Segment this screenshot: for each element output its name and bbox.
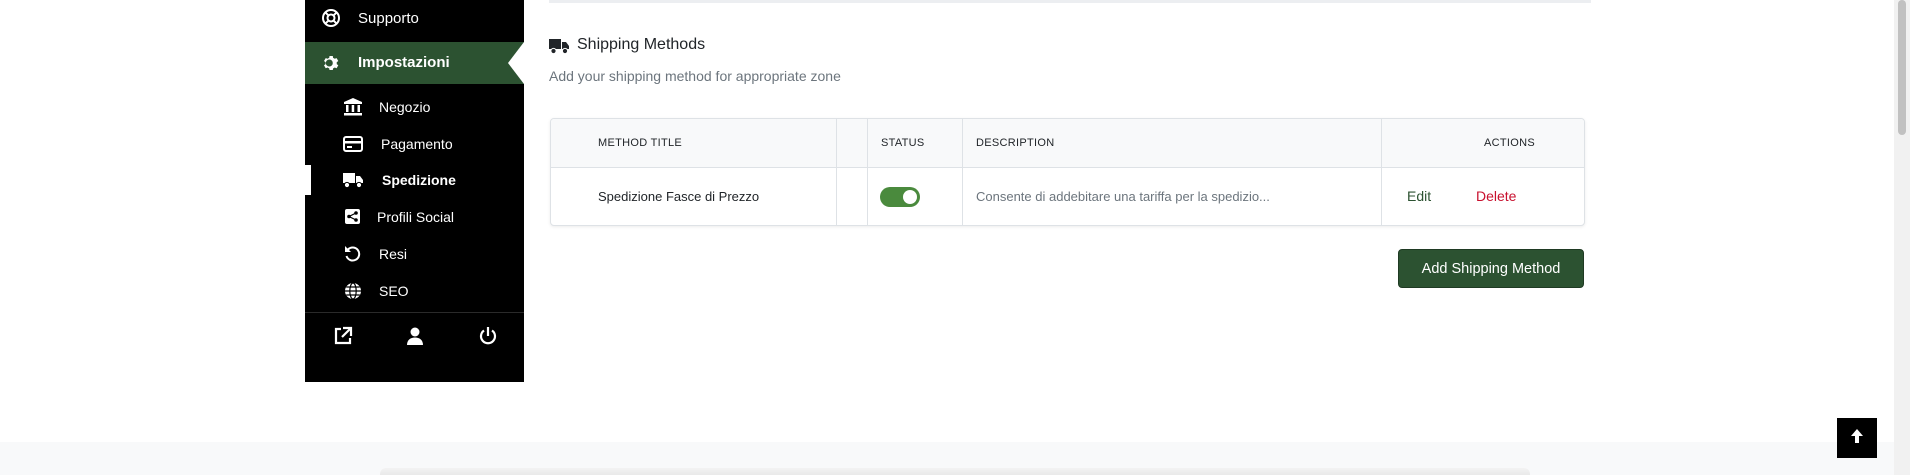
share-icon bbox=[342, 207, 364, 227]
scrollbar-thumb[interactable] bbox=[1898, 0, 1906, 135]
toggle-knob bbox=[903, 190, 917, 204]
sidebar-item-label: Profili Social bbox=[377, 209, 455, 225]
sidebar-item-label: Negozio bbox=[379, 99, 431, 115]
sidebar-divider bbox=[305, 312, 524, 313]
sidebar-item-supporto[interactable]: Supporto bbox=[305, 0, 524, 38]
sidebar-item-profili-social[interactable]: Profili Social bbox=[305, 200, 524, 234]
undo-icon bbox=[342, 244, 364, 264]
sidebar-item-label: Spedizione bbox=[382, 172, 456, 188]
sidebar-item-pagamento[interactable]: Pagamento bbox=[305, 127, 524, 161]
truck-icon bbox=[549, 37, 570, 55]
current-item-indicator bbox=[305, 165, 311, 195]
bank-icon bbox=[342, 97, 364, 117]
external-link-icon[interactable] bbox=[332, 325, 354, 347]
sidebar-item-label: Pagamento bbox=[381, 136, 453, 152]
column-header-method-title: METHOD TITLE bbox=[598, 137, 683, 149]
method-title-cell: Spedizione Fasce di Prezzo bbox=[598, 189, 760, 204]
sidebar: Supporto Impostazioni Negozio Pagamento … bbox=[305, 0, 524, 382]
sidebar-item-label: Resi bbox=[379, 246, 408, 262]
column-divider bbox=[836, 119, 837, 225]
delete-link[interactable]: Delete bbox=[1476, 188, 1516, 204]
active-indicator bbox=[508, 42, 524, 84]
description-cell: Consente di addebitare una tariffa per l… bbox=[976, 189, 1270, 204]
status-toggle[interactable] bbox=[880, 187, 920, 207]
shipping-methods-table: METHOD TITLE STATUS DESCRIPTION ACTIONS … bbox=[550, 118, 1585, 226]
page-title-text: Shipping Methods bbox=[577, 36, 706, 53]
back-to-top-button[interactable] bbox=[1837, 418, 1877, 458]
table-header: METHOD TITLE STATUS DESCRIPTION ACTIONS bbox=[551, 119, 1584, 168]
column-header-status: STATUS bbox=[881, 137, 925, 149]
previous-card-edge bbox=[549, 0, 1591, 3]
credit-card-icon bbox=[342, 134, 364, 154]
power-icon[interactable] bbox=[477, 325, 499, 347]
sidebar-item-negozio[interactable]: Negozio bbox=[305, 90, 524, 124]
arrow-up-icon bbox=[1850, 428, 1864, 449]
column-divider bbox=[962, 119, 963, 225]
column-divider bbox=[1381, 119, 1382, 225]
sidebar-item-label: SEO bbox=[379, 283, 409, 299]
add-shipping-method-button[interactable]: Add Shipping Method bbox=[1398, 249, 1584, 288]
footer-card-edge bbox=[380, 468, 1530, 475]
column-header-description: DESCRIPTION bbox=[976, 137, 1055, 149]
globe-icon bbox=[342, 281, 364, 301]
page-scrollbar[interactable] bbox=[1894, 0, 1910, 475]
lifebuoy-icon bbox=[321, 8, 341, 28]
gear-icon bbox=[321, 53, 341, 73]
column-divider bbox=[867, 119, 868, 225]
page-subtitle: Add your shipping method for appropriate… bbox=[549, 68, 841, 84]
edit-link[interactable]: Edit bbox=[1407, 188, 1431, 204]
user-icon[interactable] bbox=[404, 325, 426, 347]
sidebar-section-label: Impostazioni bbox=[358, 54, 450, 71]
sidebar-section-impostazioni[interactable]: Impostazioni bbox=[305, 42, 524, 84]
sidebar-item-label: Supporto bbox=[358, 10, 419, 27]
sidebar-item-spedizione[interactable]: Spedizione bbox=[305, 163, 524, 197]
sidebar-item-resi[interactable]: Resi bbox=[305, 237, 524, 271]
sidebar-item-seo[interactable]: SEO bbox=[305, 274, 524, 308]
truck-icon bbox=[342, 170, 364, 190]
column-header-actions: ACTIONS bbox=[1484, 137, 1535, 149]
